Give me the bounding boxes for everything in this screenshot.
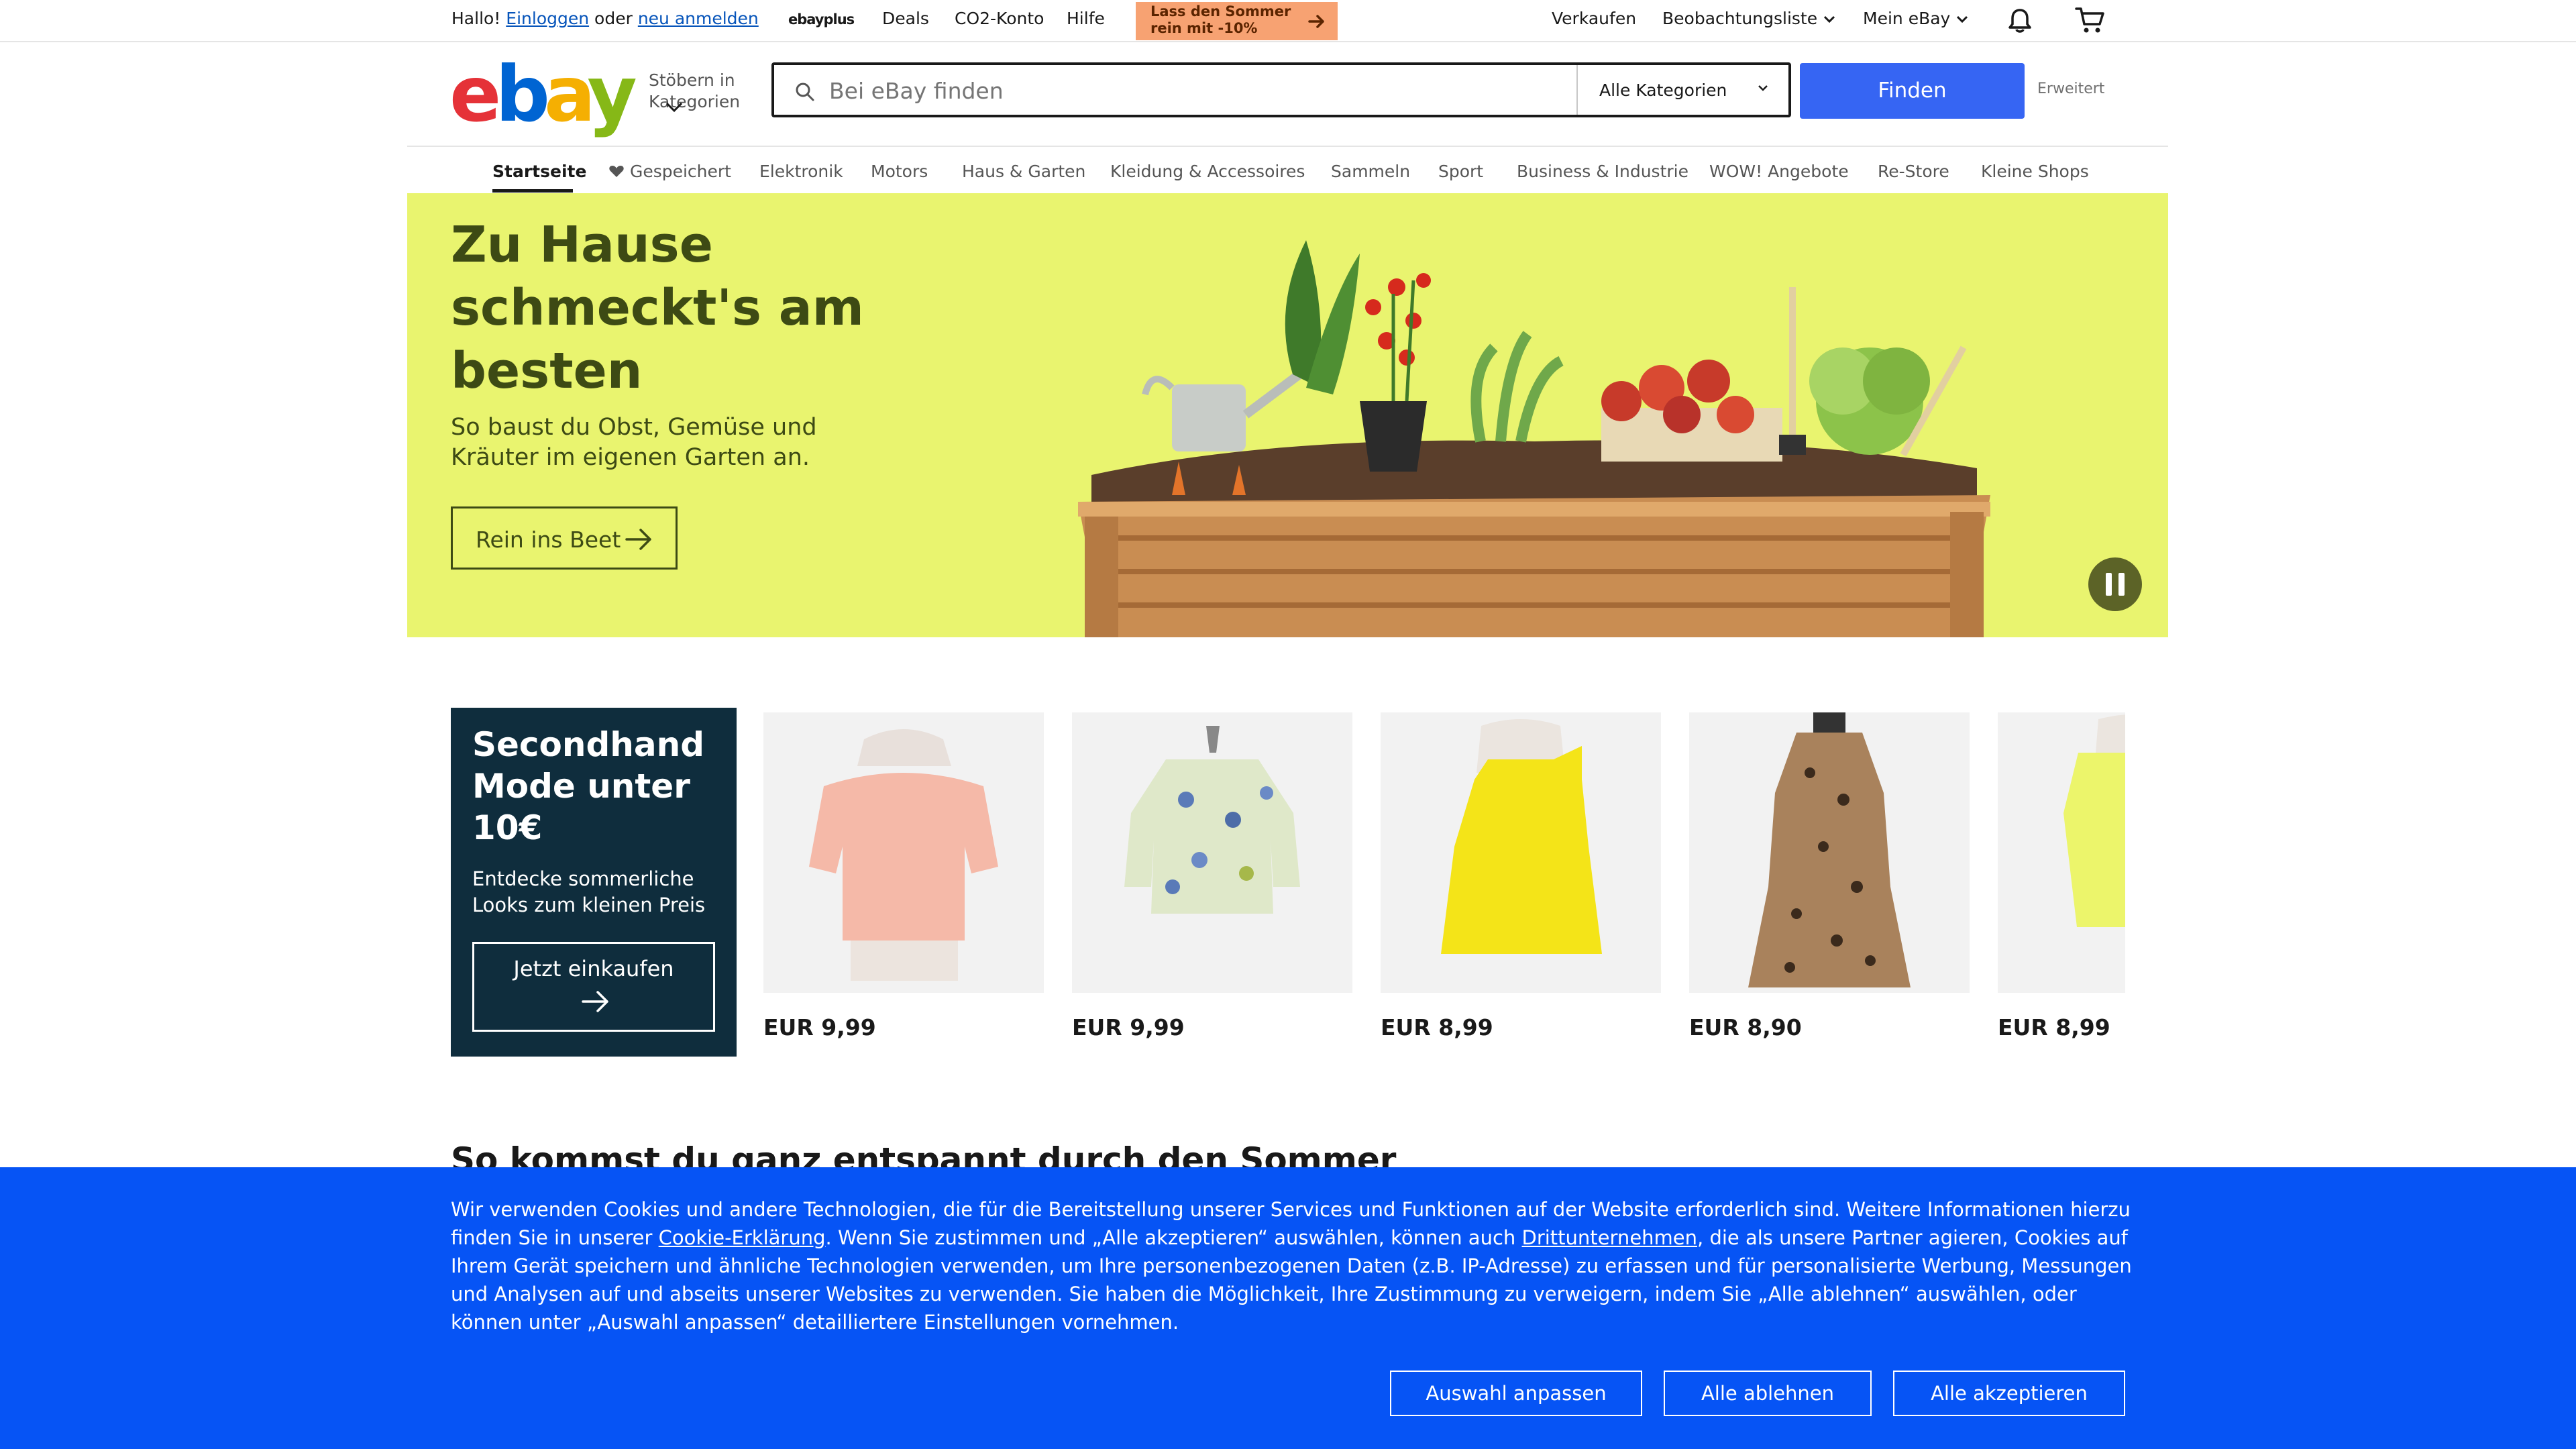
product-price: EUR 8,90: [1689, 1014, 1802, 1040]
product-image-yellow-top: [1381, 712, 1661, 993]
bell-icon[interactable]: [2006, 7, 2034, 35]
find-button[interactable]: Finden: [1800, 63, 2025, 119]
product-price: EUR 9,99: [1072, 1014, 1185, 1040]
search-input[interactable]: [828, 74, 1535, 107]
category-nav: Startseite Gespeichert Elektronik Motors…: [407, 146, 2168, 195]
product-price: EUR 8,99: [1998, 1014, 2110, 1040]
co2-account-link[interactable]: CO2-Konto: [955, 9, 1044, 28]
hero-cta-button[interactable]: Rein ins Beet: [451, 506, 678, 570]
search-bar: Alle Kategorien: [771, 62, 1791, 117]
secondhand-title: Secondhand Mode unter 10€: [472, 725, 705, 847]
login-link[interactable]: Einloggen: [506, 9, 589, 28]
shop-now-label: Jetzt einkaufen: [513, 956, 674, 981]
product-price: EUR 8,99: [1381, 1014, 1493, 1040]
logo-letter-y: y: [587, 50, 637, 139]
cookie-consent-banner: Wir verwenden Cookies und andere Technol…: [0, 1167, 2576, 1449]
advanced-search-link[interactable]: Erweitert: [2037, 80, 2104, 97]
product-card[interactable]: EUR 8,99: [1998, 712, 2125, 1040]
nav-item-label: Gespeichert: [629, 162, 731, 181]
product-image-lime-top: [1998, 712, 2125, 993]
product-card[interactable]: EUR 9,99: [1072, 712, 1352, 1040]
third-parties-link[interactable]: Drittunternehmen: [1522, 1226, 1698, 1249]
promo-text: Lass den Sommer rein mit -10%: [1150, 3, 1305, 37]
help-link[interactable]: Hilfe: [1067, 9, 1105, 28]
logo-letter-b: b: [495, 50, 550, 139]
promo-line-1: Lass den Sommer: [1150, 3, 1291, 19]
chevron-down-icon: [665, 102, 683, 113]
nav-item-business[interactable]: Business & Industrie: [1517, 162, 1688, 181]
customize-button[interactable]: Auswahl anpassen: [1390, 1371, 1642, 1416]
nav-item-kleidung[interactable]: Kleidung & Accessoires: [1110, 162, 1305, 181]
product-card[interactable]: EUR 8,90: [1689, 712, 1970, 1040]
cookie-text: Wir verwenden Cookies und andere Technol…: [451, 1195, 2135, 1336]
cookie-policy-link[interactable]: Cookie-Erklärung: [659, 1226, 826, 1249]
arrow-right-icon: [625, 529, 651, 550]
arrow-right-icon: [1308, 15, 1324, 28]
nav-item-sammeln[interactable]: Sammeln: [1331, 162, 1410, 181]
pause-carousel-button[interactable]: [2088, 557, 2142, 611]
hero-title: Zu Hause schmeckt's am besten: [451, 216, 864, 400]
product-price: EUR 9,99: [763, 1014, 876, 1040]
nav-item-elektronik[interactable]: Elektronik: [759, 162, 843, 181]
register-link[interactable]: neu anmelden: [638, 9, 759, 28]
chevron-down-icon: [1957, 15, 1968, 23]
ebayplus-link[interactable]: ebayplus: [788, 11, 855, 28]
secondhand-subtitle: Entdecke sommerliche Looks zum kleinen P…: [472, 867, 706, 916]
heart-icon: [609, 166, 624, 177]
nav-item-gespeichert[interactable]: Gespeichert: [608, 162, 731, 181]
product-image-pink-blouse: [763, 712, 1044, 993]
reject-all-button[interactable]: Alle ablehnen: [1664, 1371, 1872, 1416]
deals-link[interactable]: Deals: [882, 9, 929, 28]
promo-line-2: rein mit -10%: [1150, 20, 1258, 36]
hero-subtitle: So baust du Obst, Gemüse und Kräuter im …: [451, 414, 817, 471]
nav-item-sport[interactable]: Sport: [1438, 162, 1483, 181]
pause-icon-bar: [2118, 573, 2125, 596]
shop-now-button[interactable]: Jetzt einkaufen: [472, 942, 715, 1032]
cart-icon[interactable]: [2074, 5, 2106, 35]
nav-item-wow-angebote[interactable]: WOW! Angebote: [1709, 162, 1849, 181]
greeting-label: Hallo!: [451, 9, 501, 28]
secondhand-promo-card: Secondhand Mode unter 10€ Entdecke somme…: [451, 708, 737, 1057]
top-utility-bar: Hallo! Einloggen oder neu anmelden ebayp…: [0, 0, 2576, 42]
my-ebay-label: Mein eBay: [1863, 9, 1951, 28]
sell-link[interactable]: Verkaufen: [1552, 9, 1636, 28]
hero-cta-label: Rein ins Beet: [476, 527, 621, 553]
or-text: oder: [594, 9, 633, 28]
product-carousel: EUR 9,99 EUR 9,99 EUR 8,99 EUR 8,90 EUR …: [763, 712, 2125, 1061]
search-icon: [796, 83, 814, 101]
hero-banner[interactable]: Zu Hause schmeckt's am besten So baust d…: [407, 193, 2168, 637]
accept-all-button[interactable]: Alle akzeptieren: [1893, 1371, 2125, 1416]
chevron-down-icon: [1758, 85, 1768, 91]
nav-item-haus-garten[interactable]: Haus & Garten: [962, 162, 1085, 181]
nav-item-startseite[interactable]: Startseite: [492, 162, 586, 181]
my-ebay-menu[interactable]: Mein eBay: [1863, 9, 1969, 28]
logo-letter-e: e: [449, 50, 501, 139]
product-image-leopard-dress: [1689, 712, 1970, 993]
arrow-right-icon: [582, 991, 608, 1012]
summer-promo-banner[interactable]: Lass den Sommer rein mit -10%: [1136, 2, 1338, 40]
watchlist-menu[interactable]: Beobachtungsliste: [1662, 9, 1836, 28]
product-card[interactable]: EUR 8,99: [1381, 712, 1661, 1040]
logo-letter-a: a: [543, 50, 593, 139]
category-select[interactable]: Alle Kategorien: [1576, 65, 1790, 115]
category-select-label: Alle Kategorien: [1599, 80, 1727, 100]
greeting-text: Hallo! Einloggen oder neu anmelden: [451, 9, 759, 28]
pause-icon: [2106, 573, 2112, 596]
watchlist-label: Beobachtungsliste: [1662, 9, 1818, 28]
ebay-logo[interactable]: ebay: [449, 56, 637, 133]
nav-item-motors[interactable]: Motors: [871, 162, 928, 181]
product-image-floral-blouse: [1072, 712, 1352, 993]
raised-garden-bed-image: [1078, 240, 1990, 637]
chevron-down-icon: [1823, 15, 1835, 23]
cookie-text-part: . Wenn Sie zustimmen und „Alle akzeptier…: [825, 1226, 1522, 1249]
product-card[interactable]: EUR 9,99: [763, 712, 1044, 1040]
nav-item-kleine-shops[interactable]: Kleine Shops: [1981, 162, 2089, 181]
nav-item-re-store[interactable]: Re-Store: [1878, 162, 1949, 181]
active-tab-indicator: [492, 189, 573, 193]
